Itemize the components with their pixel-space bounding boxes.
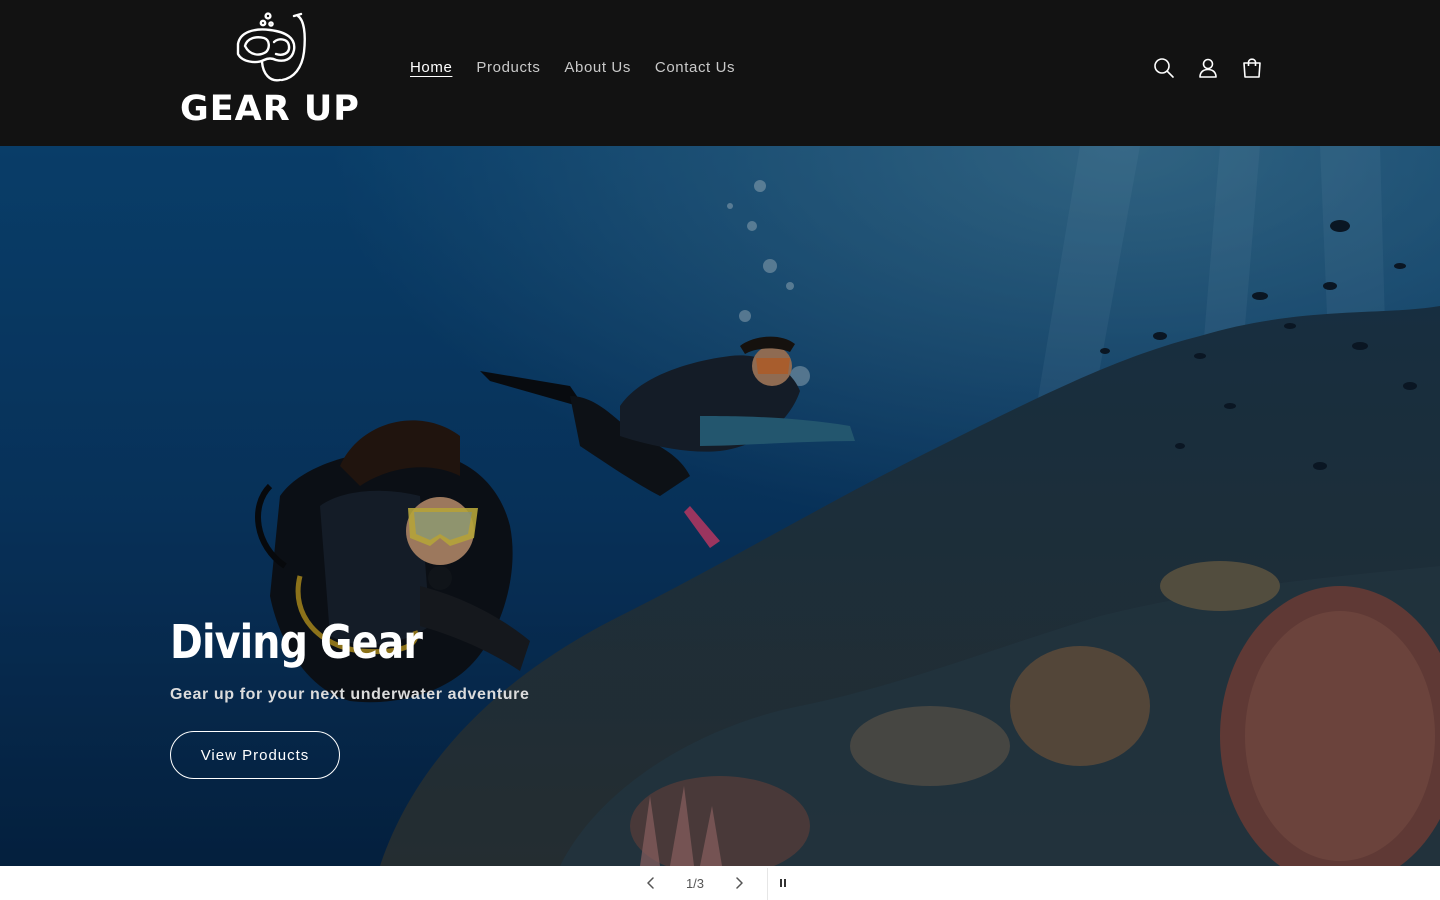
nav-home[interactable]: Home — [398, 52, 464, 84]
chevron-left-icon — [647, 877, 654, 889]
site-header: GEAR UP Home Products About Us Contact U… — [0, 0, 1440, 146]
hero-slideshow: Diving Gear Gear up for your next underw… — [0, 146, 1440, 866]
search-button[interactable] — [1142, 46, 1186, 90]
hero-content: Diving Gear Gear up for your next underw… — [170, 612, 770, 779]
slideshow-controls: 1/3 — [0, 866, 1440, 900]
nav-about-us[interactable]: About Us — [552, 52, 643, 84]
controls-divider — [767, 868, 768, 900]
pause-icon — [780, 879, 786, 887]
pause-slideshow-button[interactable] — [770, 866, 796, 900]
nav-contact-us[interactable]: Contact Us — [643, 52, 747, 84]
header-icons — [1142, 46, 1274, 90]
account-icon — [1199, 58, 1217, 78]
cart-icon — [1243, 58, 1261, 78]
hero-subtitle: Gear up for your next underwater adventu… — [170, 686, 530, 703]
chevron-right-icon — [736, 877, 743, 889]
slide-counter: 1/3 — [685, 875, 705, 891]
previous-slide-button[interactable] — [634, 866, 668, 900]
main-nav: Home Products About Us Contact Us — [398, 52, 747, 84]
search-icon — [1154, 58, 1174, 78]
logo-text: GEAR UP — [180, 89, 360, 129]
cart-button[interactable] — [1230, 46, 1274, 90]
nav-products[interactable]: Products — [464, 52, 552, 84]
hero-title: Diving Gear — [170, 615, 423, 669]
view-products-button[interactable]: View Products — [170, 731, 340, 779]
site-logo[interactable]: GEAR UP — [172, 10, 368, 130]
next-slide-button[interactable] — [722, 866, 756, 900]
snorkel-mask-icon — [236, 12, 306, 82]
account-button[interactable] — [1186, 46, 1230, 90]
